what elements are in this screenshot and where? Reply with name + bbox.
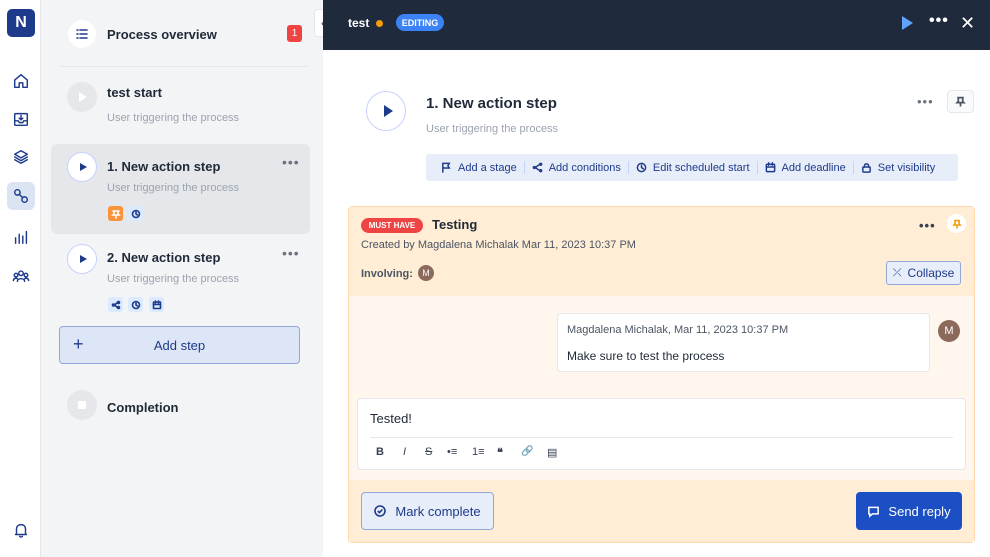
avatar[interactable]: M (938, 320, 960, 342)
inbox-icon[interactable] (7, 105, 35, 133)
more-icon[interactable]: ••• (929, 12, 949, 30)
clock-icon (636, 162, 647, 173)
step-title[interactable]: 1. New action step (107, 159, 220, 174)
stop-icon (67, 390, 97, 420)
involving-label: Involving: (361, 268, 413, 280)
more-icon[interactable]: ••• (282, 245, 300, 261)
check-circle-icon (374, 505, 387, 517)
close-icon[interactable]: ✕ (960, 13, 975, 34)
add-deadline-button[interactable]: Add deadline (758, 162, 853, 174)
must-have-badge: MUST HAVE (361, 218, 423, 233)
analytics-icon[interactable] (7, 223, 35, 251)
step-title[interactable]: 1. New action step (426, 95, 557, 112)
step-subtitle: User triggering the process (107, 182, 240, 194)
process-title[interactable]: test (348, 16, 369, 30)
message-bubble: Magdalena Michalak, Mar 11, 2023 10:37 P… (557, 313, 930, 372)
pin-button[interactable] (947, 90, 974, 113)
team-icon[interactable] (7, 262, 35, 290)
avatar[interactable]: M (418, 265, 434, 281)
step-avatar-icon (366, 91, 406, 131)
collapse-button[interactable]: ⤫ Collapse (886, 261, 961, 285)
notification-badge: 1 (287, 25, 302, 42)
clock-icon (128, 297, 143, 312)
add-stage-button[interactable]: Add a stage (434, 162, 524, 174)
set-visibility-button[interactable]: Set visibility (854, 162, 942, 174)
pin-icon (108, 206, 123, 221)
send-reply-button[interactable]: Send reply (856, 492, 962, 530)
chat-icon (868, 506, 880, 518)
pin-icon (955, 96, 966, 107)
bullet-list-icon[interactable]: •≡ (447, 446, 457, 458)
italic-icon[interactable]: I (403, 446, 406, 458)
attachment-icon[interactable]: ▤ (547, 446, 557, 459)
calendar-icon (765, 162, 775, 173)
edit-scheduled-start-button[interactable]: Edit scheduled start (629, 162, 757, 174)
flag-icon (442, 162, 451, 173)
pin-button[interactable] (947, 214, 966, 233)
add-step-label: Add step (153, 338, 206, 353)
step-title[interactable]: 2. New action step (107, 250, 220, 265)
step-subtitle: User triggering the process (426, 123, 559, 135)
home-icon[interactable] (7, 67, 35, 95)
user-step-icon (67, 244, 97, 274)
reply-editor[interactable]: Tested! B I S •≡ 1≡ ❝ 🔗 ▤ (357, 398, 966, 470)
bold-icon[interactable]: B (376, 446, 384, 458)
collapse-icon: ⤫ (892, 266, 902, 279)
more-icon[interactable]: ••• (282, 154, 300, 170)
numbered-list-icon[interactable]: 1≡ (472, 446, 485, 458)
comment-meta: Created by Magdalena Michalak Mar 11, 20… (361, 239, 636, 251)
divider (59, 66, 309, 67)
add-step-button[interactable]: + Add step (59, 326, 300, 364)
reply-input[interactable]: Tested! (370, 411, 412, 426)
process-overview-title[interactable]: Process overview (107, 27, 217, 42)
bell-icon[interactable] (7, 516, 35, 544)
layers-icon[interactable] (7, 143, 35, 171)
quote-icon[interactable]: ❝ (497, 446, 503, 459)
link-icon[interactable]: 🔗 (521, 446, 533, 457)
clock-icon (128, 206, 143, 221)
step-title[interactable]: test start (107, 85, 162, 100)
more-icon[interactable]: ••• (919, 218, 936, 233)
completion-title[interactable]: Completion (107, 400, 179, 415)
conditions-icon (532, 162, 543, 173)
mark-complete-button[interactable]: Mark complete (361, 492, 494, 530)
step-action-bar: Add a stage Add conditions Edit schedule… (426, 154, 958, 181)
message-text: Make sure to test the process (567, 349, 725, 363)
message-meta: Magdalena Michalak, Mar 11, 2023 10:37 P… (567, 324, 789, 336)
strikethrough-icon[interactable]: S (425, 446, 432, 458)
step-subtitle: User triggering the process (107, 273, 240, 285)
pin-icon (951, 219, 962, 228)
calendar-icon (149, 297, 164, 312)
play-icon[interactable] (902, 16, 913, 30)
lock-icon (861, 163, 871, 173)
step-subtitle: User triggering the process (107, 112, 240, 124)
unsaved-dot (376, 20, 383, 27)
play-icon (67, 82, 97, 112)
add-conditions-button[interactable]: Add conditions (525, 162, 628, 174)
process-icon[interactable] (7, 182, 35, 210)
user-step-icon (67, 152, 97, 182)
list-icon (68, 20, 96, 48)
more-icon[interactable]: ••• (917, 94, 934, 109)
app-logo[interactable]: N (7, 9, 35, 37)
comment-title: Testing (432, 217, 478, 232)
editing-badge: EDITING (396, 14, 444, 31)
conditions-icon (108, 297, 123, 312)
